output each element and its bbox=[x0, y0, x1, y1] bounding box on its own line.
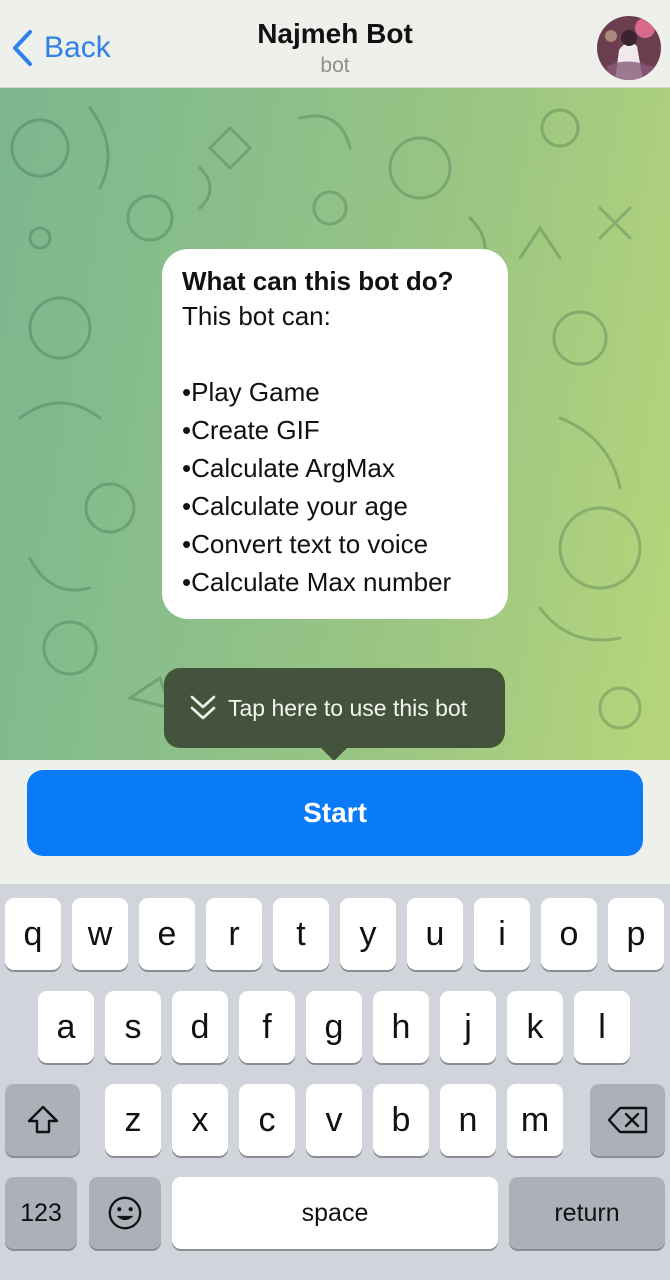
key-f[interactable]: f bbox=[239, 991, 295, 1063]
shift-key[interactable] bbox=[5, 1084, 80, 1156]
key-o[interactable]: o bbox=[541, 898, 597, 970]
emoji-key[interactable] bbox=[89, 1177, 161, 1249]
key-t[interactable]: t bbox=[273, 898, 329, 970]
key-h[interactable]: h bbox=[373, 991, 429, 1063]
key-r[interactable]: r bbox=[206, 898, 262, 970]
bot-description-bubble: What can this bot do? This bot can: •Pla… bbox=[162, 249, 508, 619]
feature-item: •Calculate Max number bbox=[182, 567, 452, 597]
start-bar: Start bbox=[0, 760, 670, 884]
chat-subtitle: bot bbox=[320, 54, 350, 77]
key-e[interactable]: e bbox=[139, 898, 195, 970]
tooltip-pointer bbox=[320, 747, 348, 760]
feature-item: •Calculate ArgMax bbox=[182, 453, 395, 483]
feature-item: •Play Game bbox=[182, 377, 320, 407]
backspace-key[interactable] bbox=[590, 1084, 665, 1156]
bot-description-text: This bot can: bbox=[182, 301, 331, 331]
key-g[interactable]: g bbox=[306, 991, 362, 1063]
key-c[interactable]: c bbox=[239, 1084, 295, 1156]
start-hint-tooltip[interactable]: Tap here to use this bot bbox=[164, 668, 505, 748]
keyboard: q w e r t y u i o p a s d f g h j k l z … bbox=[0, 884, 670, 1280]
key-m[interactable]: m bbox=[507, 1084, 563, 1156]
key-k[interactable]: k bbox=[507, 991, 563, 1063]
return-key[interactable]: return bbox=[509, 1177, 665, 1249]
key-n[interactable]: n bbox=[440, 1084, 496, 1156]
key-a[interactable]: a bbox=[38, 991, 94, 1063]
emoji-icon bbox=[108, 1196, 142, 1230]
backspace-icon bbox=[607, 1106, 647, 1134]
tooltip-text: Tap here to use this bot bbox=[228, 694, 468, 721]
shift-arrow-icon bbox=[27, 1105, 58, 1134]
feature-item: •Calculate your age bbox=[182, 491, 408, 521]
key-q[interactable]: q bbox=[5, 898, 61, 970]
key-i[interactable]: i bbox=[474, 898, 530, 970]
numbers-key[interactable]: 123 bbox=[5, 1177, 77, 1249]
key-w[interactable]: w bbox=[72, 898, 128, 970]
key-b[interactable]: b bbox=[373, 1084, 429, 1156]
feature-item: •Create GIF bbox=[182, 415, 320, 445]
key-p[interactable]: p bbox=[608, 898, 664, 970]
bot-description-title: What can this bot do? bbox=[182, 266, 454, 296]
key-d[interactable]: d bbox=[172, 991, 228, 1063]
key-u[interactable]: u bbox=[407, 898, 463, 970]
chat-area: What can this bot do? This bot can: •Pla… bbox=[0, 88, 670, 760]
key-s[interactable]: s bbox=[105, 991, 161, 1063]
chat-title[interactable]: Najmeh Bot bbox=[0, 18, 670, 50]
key-y[interactable]: y bbox=[340, 898, 396, 970]
chat-header: Back Najmeh Bot bot bbox=[0, 0, 670, 88]
key-x[interactable]: x bbox=[172, 1084, 228, 1156]
feature-item: •Convert text to voice bbox=[182, 529, 429, 559]
space-key[interactable]: space bbox=[172, 1177, 498, 1249]
double-chevron-down-icon bbox=[190, 695, 216, 720]
key-v[interactable]: v bbox=[306, 1084, 362, 1156]
avatar[interactable] bbox=[597, 16, 661, 80]
key-j[interactable]: j bbox=[440, 991, 496, 1063]
key-z[interactable]: z bbox=[105, 1084, 161, 1156]
start-button[interactable]: Start bbox=[27, 770, 643, 856]
key-l[interactable]: l bbox=[574, 991, 630, 1063]
